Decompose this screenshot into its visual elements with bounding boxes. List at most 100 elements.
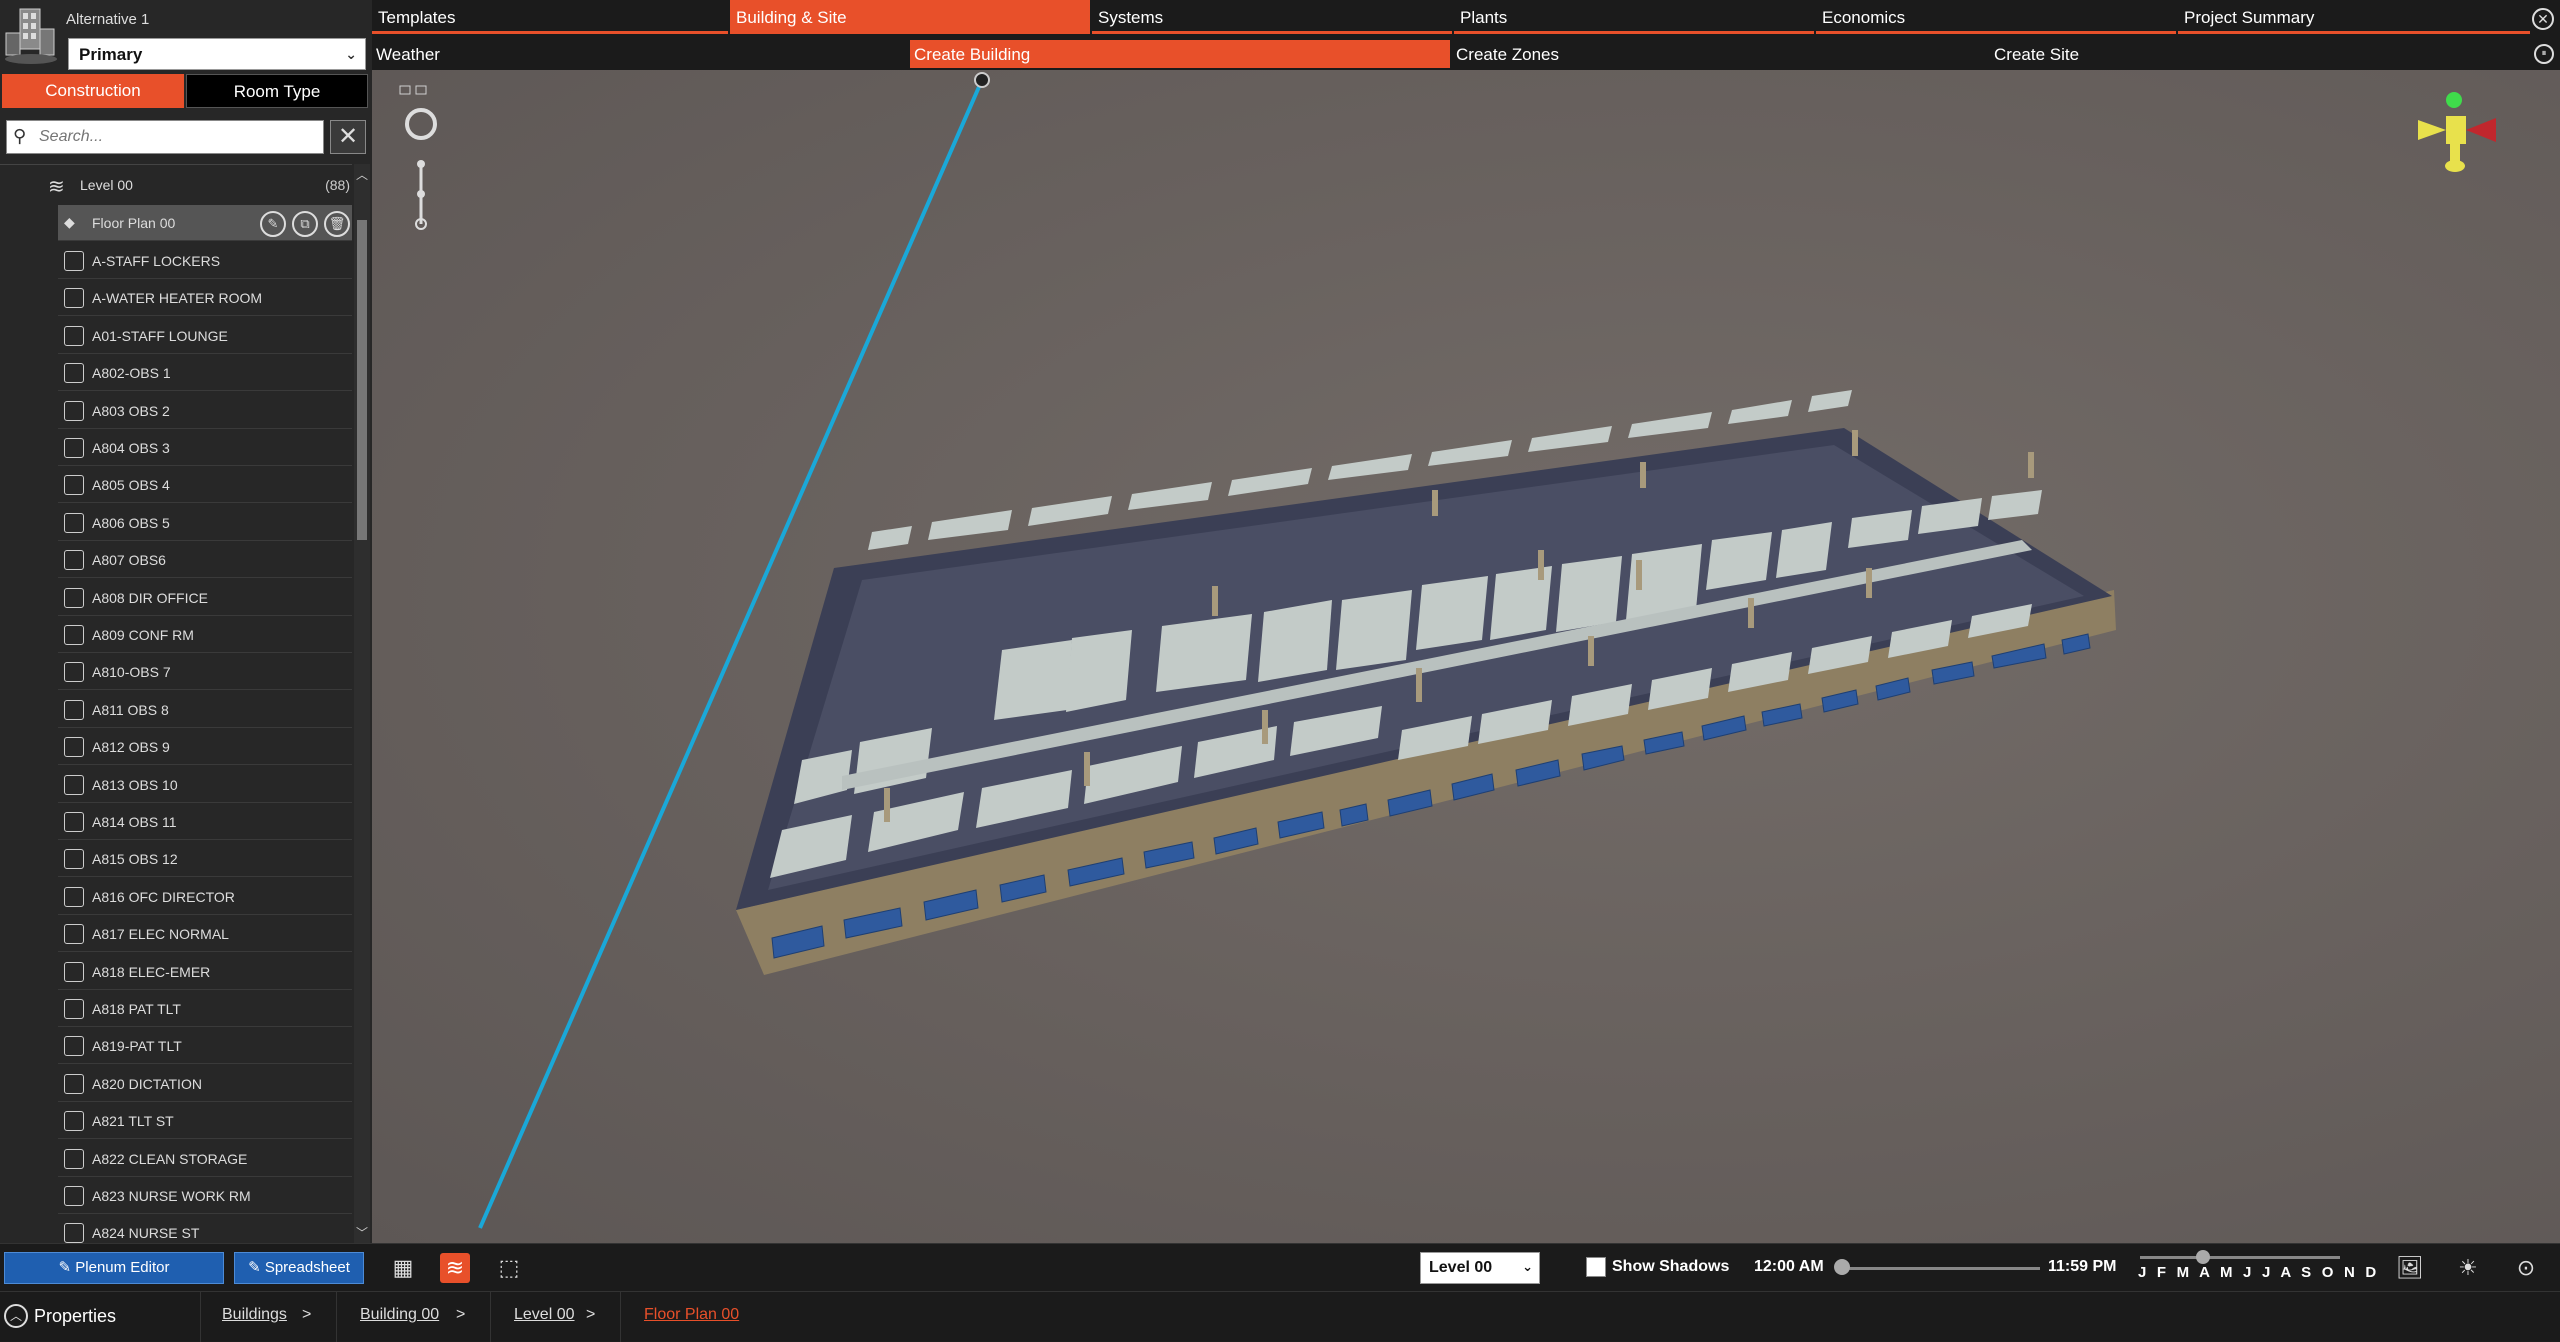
tree-item-label: A820 DICTATION [92, 1075, 202, 1092]
tree-item[interactable]: A822 CLEAN STORAGE [58, 1141, 352, 1177]
sub-tab-bar: Weather Create Building Create Zones Cre… [372, 38, 2560, 70]
chevron-up-icon[interactable]: ︿ [4, 1304, 28, 1328]
divider [200, 1292, 201, 1342]
tab-create-zones[interactable]: Create Zones [1452, 40, 1990, 68]
tree-item[interactable]: A821 TLT ST [58, 1103, 352, 1140]
tree-item[interactable]: A818 PAT TLT [58, 991, 352, 1027]
layers-icon: ≋ [48, 176, 65, 198]
building-view-icon[interactable]: ⬚ [494, 1253, 524, 1283]
search-input[interactable] [39, 126, 319, 148]
alternative-select[interactable]: Primary ⌄ [68, 38, 366, 70]
plenum-editor-button[interactable]: ✎ Plenum Editor [4, 1252, 224, 1284]
sun-icon[interactable]: ☀ [2454, 1254, 2482, 1282]
plenum-editor-label: Plenum Editor [75, 1259, 170, 1276]
tree-item[interactable]: A804 OBS 3 [58, 430, 352, 466]
show-shadows-checkbox[interactable] [1586, 1257, 1606, 1277]
tree-item-label: A807 OBS6 [92, 552, 166, 569]
scroll-down-icon[interactable]: ﹀ [356, 1224, 368, 1241]
divider [336, 1292, 337, 1342]
tree-item[interactable]: A814 OBS 11 [58, 804, 352, 840]
floor-plan-actions: ✎ ⧉ 🗑 [254, 211, 350, 237]
tab-room-type[interactable]: Room Type [186, 74, 368, 108]
pause-icon[interactable]: ⏸ [2534, 44, 2554, 64]
spreadsheet-button[interactable]: ✎ Spreadsheet [234, 1252, 364, 1284]
zone-cube-icon [64, 587, 84, 608]
tree-item[interactable]: A813 OBS 10 [58, 767, 352, 803]
tree-item-label: A805 OBS 4 [92, 477, 170, 494]
delete-icon[interactable]: 🗑 [324, 211, 350, 237]
level-select[interactable]: Level 00 ⌄ [1420, 1252, 1540, 1284]
tree-item[interactable]: A802-OBS 1 [58, 355, 352, 392]
tab-project-summary[interactable]: Project Summary [2178, 0, 2530, 34]
tree-item[interactable]: A824 NURSE ST [58, 1215, 352, 1244]
tree-item[interactable]: A817 ELEC NORMAL [58, 916, 352, 953]
navigation-control[interactable] [396, 84, 446, 264]
tree-floor-plan-row[interactable]: ◆ Floor Plan 00 ✎ ⧉ 🗑 [58, 205, 352, 241]
tree-item[interactable]: A815 OBS 12 [58, 841, 352, 878]
alternative-select-value: Primary [79, 45, 143, 64]
bottom-toolbar: ✎ Plenum Editor ✎ Spreadsheet ▦ ≋ ⬚ Leve… [0, 1243, 2560, 1291]
tree-item[interactable]: A01-STAFF LOUNGE [58, 318, 352, 354]
month-slider-handle[interactable] [2196, 1250, 2210, 1264]
tree-item[interactable]: A803 OBS 2 [58, 393, 352, 429]
breadcrumb-level[interactable]: Level 00 [514, 1306, 575, 1324]
mode-tabs: Construction Room Type [0, 74, 372, 108]
tree-item[interactable]: A806 OBS 5 [58, 505, 352, 541]
compass-icon[interactable]: ⊙ [2512, 1254, 2540, 1282]
3d-viewport[interactable] [372, 70, 2560, 1243]
tree-item[interactable]: A808 DIR OFFICE [58, 580, 352, 616]
tree-item[interactable]: A807 OBS6 [58, 542, 352, 579]
tab-plants[interactable]: Plants [1454, 0, 1814, 34]
tree-item[interactable]: A823 NURSE WORK RM [58, 1178, 352, 1214]
tree-item[interactable]: A818 ELEC-EMER [58, 954, 352, 990]
clear-search-button[interactable]: ✕ [330, 120, 366, 154]
tree-item[interactable]: A-STAFF LOCKERS [58, 243, 352, 279]
scrollbar-thumb[interactable] [357, 220, 367, 540]
level-count: (88) [325, 177, 350, 193]
breadcrumb-buildings[interactable]: Buildings [222, 1306, 287, 1324]
properties-toggle[interactable]: Properties [34, 1306, 116, 1327]
level-select-value: Level 00 [1429, 1259, 1493, 1276]
tree-level-row[interactable]: ≋ Level 00 (88) [0, 165, 352, 205]
tree-item[interactable]: A811 OBS 8 [58, 692, 352, 728]
tree-item-label: A803 OBS 2 [92, 402, 170, 419]
close-icon[interactable]: ✕ [2532, 8, 2554, 30]
chevron-down-icon: ⌄ [345, 46, 357, 62]
tree-item[interactable]: A812 OBS 9 [58, 729, 352, 766]
tree-item[interactable]: A819-PAT TLT [58, 1028, 352, 1065]
image-icon[interactable]: 🖼 [2396, 1254, 2424, 1282]
tree-item[interactable]: A-WATER HEATER ROOM [58, 280, 352, 317]
scroll-up-icon[interactable]: ︿ [356, 166, 368, 183]
time-slider[interactable] [1840, 1267, 2040, 1270]
month-slider[interactable] [2140, 1256, 2340, 1259]
copy-icon[interactable]: ⧉ [292, 211, 318, 237]
orientation-axis-icon[interactable] [2410, 90, 2500, 180]
zone-cube-icon [64, 849, 84, 870]
floorplan-view-icon[interactable]: ▦ [388, 1253, 418, 1283]
breadcrumb-floor-plan[interactable]: Floor Plan 00 [644, 1306, 739, 1324]
time-slider-handle[interactable] [1834, 1259, 1850, 1275]
tree-item-label: A818 PAT TLT [92, 1001, 181, 1017]
tab-templates[interactable]: Templates [372, 0, 728, 34]
edit-icon[interactable]: ✎ [260, 211, 286, 237]
tab-building-and-site[interactable]: Building & Site [730, 0, 1090, 34]
tab-create-building[interactable]: Create Building [910, 40, 1450, 68]
tree-scrollbar[interactable]: ︿ ﹀ [354, 164, 370, 1244]
breadcrumb-building[interactable]: Building 00 [360, 1306, 439, 1324]
building-3d-model[interactable] [372, 70, 2560, 1243]
zone-cube-icon [64, 625, 84, 645]
tree-item[interactable]: A805 OBS 4 [58, 467, 352, 504]
zone-cube-icon [64, 251, 84, 271]
tab-create-site[interactable]: Create Site [1990, 40, 2530, 68]
tab-systems[interactable]: Systems [1092, 0, 1452, 34]
tree-item[interactable]: A810-OBS 7 [58, 654, 352, 691]
tree-item[interactable]: A809 CONF RM [58, 617, 352, 653]
tab-construction[interactable]: Construction [2, 74, 184, 108]
tab-weather[interactable]: Weather [372, 40, 910, 68]
tree-item[interactable]: A816 OFC DIRECTOR [58, 879, 352, 915]
layers-view-icon[interactable]: ≋ [440, 1253, 470, 1283]
zone-cube-icon [64, 512, 84, 533]
tab-economics[interactable]: Economics [1816, 0, 2176, 34]
tree-item[interactable]: A820 DICTATION [58, 1066, 352, 1102]
zone-cube-icon [64, 1148, 84, 1169]
